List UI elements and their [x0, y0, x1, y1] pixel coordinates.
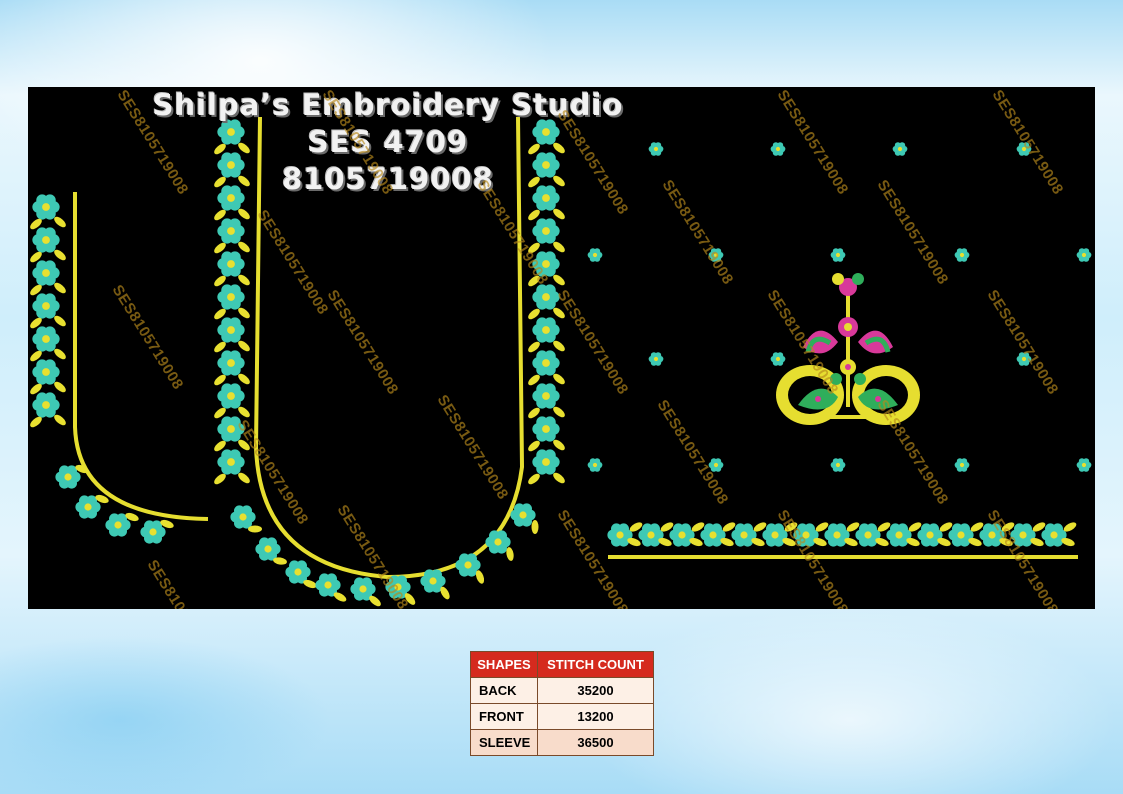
table-row: SLEEVE 36500 — [470, 729, 654, 756]
shape-cell: SLEEVE — [470, 729, 538, 756]
stitch-count-cell: 35200 — [537, 677, 654, 704]
shape-cell: BACK — [470, 677, 538, 704]
shape-cell: FRONT — [470, 703, 538, 730]
table-row: FRONT 13200 — [470, 703, 654, 730]
embroidery-design-panel: Shilpa’s Embroidery Studio SES 4709 8105… — [28, 87, 1095, 609]
column-header-shapes: SHAPES — [470, 651, 538, 678]
front-neck-outline — [73, 192, 209, 521]
column-header-stitch-count: STITCH COUNT — [537, 651, 654, 678]
stitch-count-cell: 36500 — [537, 729, 654, 756]
table-row: BACK 35200 — [470, 677, 654, 704]
table-header-row: SHAPES STITCH COUNT — [470, 651, 654, 678]
stitch-count-table: SHAPES STITCH COUNT BACK 35200 FRONT 132… — [470, 651, 654, 756]
stitch-count-cell: 13200 — [537, 703, 654, 730]
design-code: SES 4709 — [307, 125, 469, 159]
